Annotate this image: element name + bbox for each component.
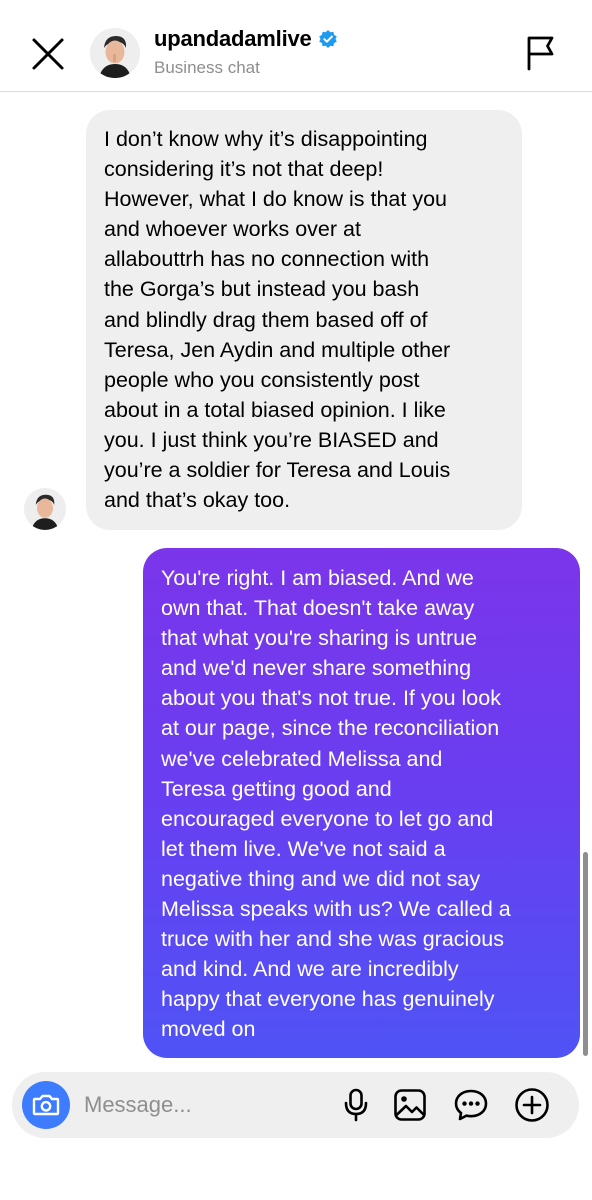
report-button[interactable]: [520, 32, 562, 74]
chat-screen: upandadamlive Business chat I don’t know…: [0, 0, 592, 1200]
scrollbar[interactable]: [583, 852, 588, 1056]
incoming-message-bubble[interactable]: I don’t know why it’s disappointing cons…: [86, 110, 522, 530]
camera-button[interactable]: [22, 1081, 70, 1129]
chat-subtitle: Business chat: [154, 58, 260, 77]
close-icon: [32, 38, 64, 70]
chat-header: upandadamlive Business chat: [0, 0, 592, 92]
plus-icon: [515, 1088, 549, 1122]
sticker-chat-icon: [454, 1089, 488, 1121]
microphone-icon: [344, 1088, 368, 1122]
voice-message-button[interactable]: [338, 1087, 374, 1123]
title-row[interactable]: upandadamlive: [154, 26, 338, 52]
avatar-image: [24, 488, 66, 530]
avatar-image: [90, 28, 140, 78]
camera-icon: [32, 1094, 60, 1116]
gallery-button[interactable]: [392, 1087, 428, 1123]
message-composer: [12, 1072, 579, 1138]
home-indicator: [196, 1180, 396, 1186]
verified-badge-icon: [318, 30, 337, 48]
profile-avatar[interactable]: [90, 28, 140, 78]
close-button[interactable]: [28, 34, 68, 74]
flag-icon: [527, 36, 554, 71]
chat-username: upandadamlive: [154, 26, 312, 51]
sender-avatar[interactable]: [24, 488, 66, 530]
outgoing-message-bubble[interactable]: You're right. I am biased. And we own th…: [143, 548, 580, 1058]
image-icon: [394, 1089, 426, 1121]
more-options-button[interactable]: [514, 1087, 550, 1123]
message-input[interactable]: [84, 1086, 324, 1124]
sticker-button[interactable]: [453, 1087, 489, 1123]
